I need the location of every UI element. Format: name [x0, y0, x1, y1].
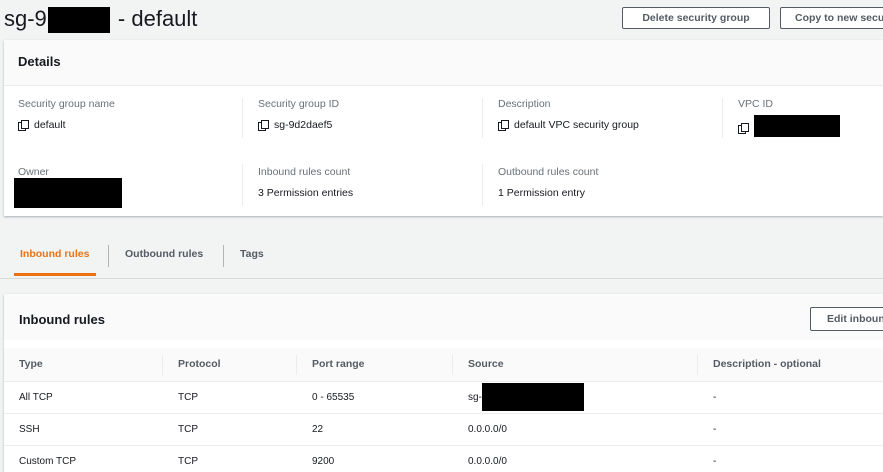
field-label: Owner	[18, 166, 49, 178]
column-header-description[interactable]: Description - optional	[713, 358, 821, 370]
title-suffix: - default	[117, 6, 198, 31]
redacted-owner	[14, 178, 122, 208]
inbound-rules-count-value: 3 Permission entries	[258, 187, 354, 199]
active-tab-indicator	[14, 273, 96, 276]
cell-protocol: TCP	[178, 392, 198, 403]
page-title: sg-9 - default	[4, 5, 198, 34]
inbound-rules-panel: Inbound rules Edit inbound rules Type Pr…	[4, 294, 883, 472]
cell-source: 0.0.0.0/0	[468, 456, 507, 467]
cell-type: Custom TCP	[19, 456, 77, 467]
tab-inbound-rules[interactable]: Inbound rules	[20, 248, 89, 260]
copy-to-new-security-group-button[interactable]: Copy to new security group	[780, 7, 883, 29]
cell-source: sg-	[468, 392, 482, 403]
field-outbound-rules-count: Outbound rules count 1 Permission entry	[498, 166, 598, 199]
field-label: Security group name	[18, 98, 115, 110]
column-divider	[296, 355, 297, 375]
field-value-row	[14, 178, 122, 208]
divider	[722, 98, 723, 138]
divider	[482, 98, 483, 138]
column-header-source[interactable]: Source	[468, 358, 504, 370]
inbound-rules-header	[4, 294, 883, 340]
column-divider	[452, 355, 453, 375]
tab-outbound-rules[interactable]: Outbound rules	[125, 248, 203, 260]
inbound-rules-title: Inbound rules	[19, 312, 105, 327]
delete-security-group-button[interactable]: Delete security group	[622, 7, 770, 29]
security-group-name-value: default	[34, 119, 66, 131]
tab-tags[interactable]: Tags	[240, 248, 264, 260]
divider	[242, 98, 243, 138]
column-divider	[162, 355, 163, 375]
cell-type: SSH	[19, 424, 40, 435]
redacted-vpc-id	[754, 115, 840, 137]
divider	[482, 164, 483, 206]
cell-port-range: 9200	[312, 456, 335, 467]
field-label: Security group ID	[258, 98, 340, 110]
field-security-group-name: Security group name default	[18, 98, 115, 131]
cell-description: -	[713, 456, 717, 467]
details-title: Details	[18, 54, 61, 69]
column-header-type[interactable]: Type	[19, 358, 43, 370]
field-owner: Owner	[14, 166, 122, 208]
edit-inbound-rules-button[interactable]: Edit inbound rules	[810, 307, 883, 331]
tab-divider	[223, 245, 224, 267]
field-value-row: 3 Permission entries	[258, 187, 353, 199]
title-prefix: sg-9	[4, 6, 47, 31]
tab-bar: Inbound rules Outbound rules Tags	[0, 236, 883, 279]
table-header: Type Protocol Port range Source Descript…	[4, 348, 883, 382]
field-value-row: sg-9d2daef5	[258, 119, 339, 131]
field-inbound-rules-count: Inbound rules count 3 Permission entries	[258, 166, 353, 199]
field-value-row: default	[18, 119, 115, 131]
cell-type: All TCP	[19, 392, 53, 403]
copy-icon[interactable]	[18, 120, 29, 131]
field-value-row: 1 Permission entry	[498, 187, 598, 199]
column-header-port-range[interactable]: Port range	[312, 358, 365, 370]
field-label: VPC ID	[738, 98, 774, 110]
divider	[242, 164, 243, 206]
tab-divider	[108, 245, 109, 267]
field-value-row	[738, 115, 840, 137]
cell-source: 0.0.0.0/0	[468, 424, 507, 435]
description-value: default VPC security group	[514, 119, 639, 131]
details-header	[4, 40, 883, 86]
table-row: Custom TCP TCP 9200 0.0.0.0/0 -	[4, 446, 883, 472]
copy-icon[interactable]	[498, 120, 509, 131]
redacted-block	[47, 7, 110, 34]
security-group-id-value: sg-9d2daef5	[274, 119, 333, 131]
page-header: sg-9 - default Delete security group Cop…	[0, 0, 883, 40]
table-row: All TCP TCP 0 - 65535 sg- -	[4, 382, 883, 414]
field-label: Description	[498, 98, 551, 110]
field-label: Outbound rules count	[498, 166, 599, 178]
field-security-group-id: Security group ID sg-9d2daef5	[258, 98, 339, 131]
cell-description: -	[713, 424, 717, 435]
column-divider	[697, 355, 698, 375]
cell-protocol: TCP	[178, 424, 198, 435]
field-value-row: default VPC security group	[498, 119, 639, 131]
outbound-rules-count-value: 1 Permission entry	[498, 187, 585, 199]
column-header-protocol[interactable]: Protocol	[178, 358, 221, 370]
field-label: Inbound rules count	[258, 166, 351, 178]
copy-icon[interactable]	[258, 120, 269, 131]
details-panel: Details Security group name default Secu…	[4, 40, 883, 216]
field-description: Description default VPC security group	[498, 98, 639, 131]
cell-description: -	[713, 392, 717, 403]
redacted-source	[482, 383, 584, 411]
copy-icon[interactable]	[738, 123, 749, 134]
cell-protocol: TCP	[178, 456, 198, 467]
cell-port-range: 0 - 65535	[312, 392, 355, 403]
security-group-page: sg-9 - default Delete security group Cop…	[0, 0, 883, 472]
table-row: SSH TCP 22 0.0.0.0/0 -	[4, 414, 883, 446]
field-vpc-id: VPC ID	[738, 98, 840, 137]
cell-port-range: 22	[312, 424, 324, 435]
